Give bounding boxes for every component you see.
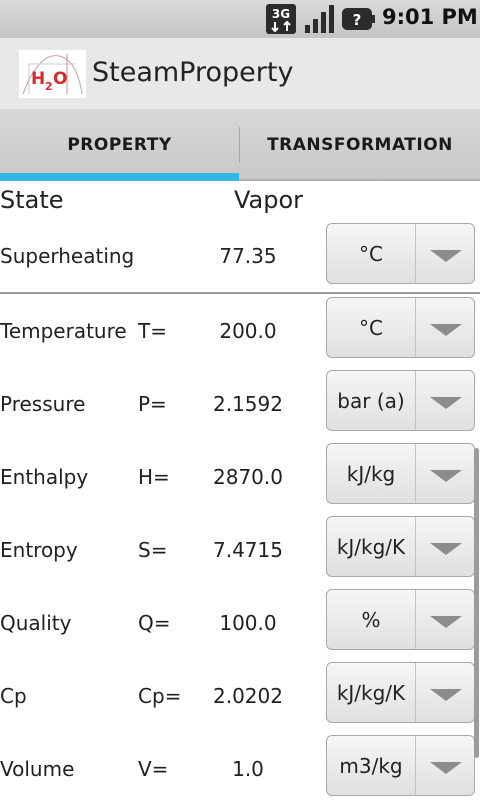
spinner-selected-value: m3/kg bbox=[339, 753, 403, 778]
volume-value[interactable]: 1.0 bbox=[183, 757, 313, 781]
cp-unit-spinner[interactable]: kJ/kg/K bbox=[326, 662, 475, 723]
enthalpy-unit-spinner[interactable]: kJ/kg bbox=[326, 443, 475, 504]
tab-selected-indicator bbox=[0, 173, 239, 181]
state-value: Vapor bbox=[234, 186, 304, 214]
tab-transformation[interactable]: TRANSFORMATION bbox=[240, 109, 480, 181]
pressure-value[interactable]: 2.1592 bbox=[183, 392, 313, 416]
dropdown-arrow-icon bbox=[430, 616, 462, 628]
cp-label: Cp bbox=[0, 684, 27, 708]
superheating-label: Superheating bbox=[0, 244, 135, 268]
entropy-symbol: S= bbox=[138, 538, 168, 562]
svg-text:2: 2 bbox=[45, 80, 53, 93]
tab-bar: PROPERTY TRANSFORMATION bbox=[0, 109, 480, 181]
quality-value[interactable]: 100.0 bbox=[183, 611, 313, 635]
status-bar: 3G ? 9:01 PM bbox=[0, 0, 480, 38]
dropdown-arrow-icon bbox=[430, 689, 462, 701]
clock: 9:01 PM bbox=[382, 5, 478, 29]
app-logo-icon: H 2 O bbox=[19, 50, 86, 98]
dropdown-arrow-icon bbox=[430, 250, 462, 262]
pressure-unit-spinner[interactable]: bar (a) bbox=[326, 370, 475, 431]
temperature-unit-spinner[interactable]: °C bbox=[326, 297, 475, 358]
network-type-label: 3G bbox=[272, 7, 290, 21]
quality-label: Quality bbox=[0, 611, 72, 635]
temperature-symbol: T= bbox=[138, 319, 167, 343]
dropdown-arrow-icon bbox=[430, 470, 462, 482]
tab-property[interactable]: PROPERTY bbox=[0, 109, 239, 181]
spinner-selected-value: kJ/kg/K bbox=[336, 534, 406, 559]
superheating-unit-spinner[interactable]: °C bbox=[326, 223, 475, 284]
entropy-label: Entropy bbox=[0, 538, 78, 562]
volume-symbol: V= bbox=[138, 757, 169, 781]
quality-unit-spinner[interactable]: % bbox=[326, 589, 475, 650]
pressure-label: Pressure bbox=[0, 392, 86, 416]
dropdown-arrow-icon bbox=[430, 324, 462, 336]
temperature-value[interactable]: 200.0 bbox=[183, 319, 313, 343]
spinner-selected-value: °C bbox=[359, 241, 383, 266]
spinner-selected-value: bar (a) bbox=[337, 388, 405, 413]
signal-icon bbox=[305, 5, 334, 33]
scrollbar[interactable] bbox=[474, 448, 479, 758]
cp-symbol: Cp= bbox=[138, 684, 182, 708]
dropdown-arrow-icon bbox=[430, 397, 462, 409]
battery-unknown-icon: ? bbox=[342, 8, 375, 30]
3g-data-icon: 3G bbox=[266, 4, 296, 34]
app-title: SteamProperty bbox=[92, 57, 294, 88]
svg-text:H: H bbox=[31, 69, 45, 89]
enthalpy-value[interactable]: 2870.0 bbox=[183, 465, 313, 489]
divider bbox=[0, 292, 480, 294]
enthalpy-label: Enthalpy bbox=[0, 465, 89, 489]
dropdown-arrow-icon bbox=[430, 762, 462, 774]
cp-value[interactable]: 2.0202 bbox=[183, 684, 313, 708]
superheating-value: 77.35 bbox=[219, 244, 277, 268]
state-label: State bbox=[0, 186, 64, 214]
entropy-value[interactable]: 7.4715 bbox=[183, 538, 313, 562]
spinner-selected-value: °C bbox=[359, 315, 383, 340]
entropy-unit-spinner[interactable]: kJ/kg/K bbox=[326, 516, 475, 577]
volume-label: Volume bbox=[0, 757, 75, 781]
spinner-selected-value: kJ/kg/K bbox=[336, 680, 406, 705]
enthalpy-symbol: H= bbox=[138, 465, 170, 489]
quality-symbol: Q= bbox=[138, 611, 171, 635]
pressure-symbol: P= bbox=[138, 392, 167, 416]
volume-unit-spinner[interactable]: m3/kg bbox=[326, 735, 475, 796]
svg-text:O: O bbox=[53, 69, 67, 89]
svg-text:?: ? bbox=[353, 11, 362, 29]
temperature-label: Temperature bbox=[0, 319, 127, 343]
spinner-selected-value: kJ/kg bbox=[346, 461, 396, 486]
title-bar: H 2 O SteamProperty bbox=[0, 38, 480, 109]
dropdown-arrow-icon bbox=[430, 543, 462, 555]
spinner-selected-value: % bbox=[361, 607, 381, 632]
